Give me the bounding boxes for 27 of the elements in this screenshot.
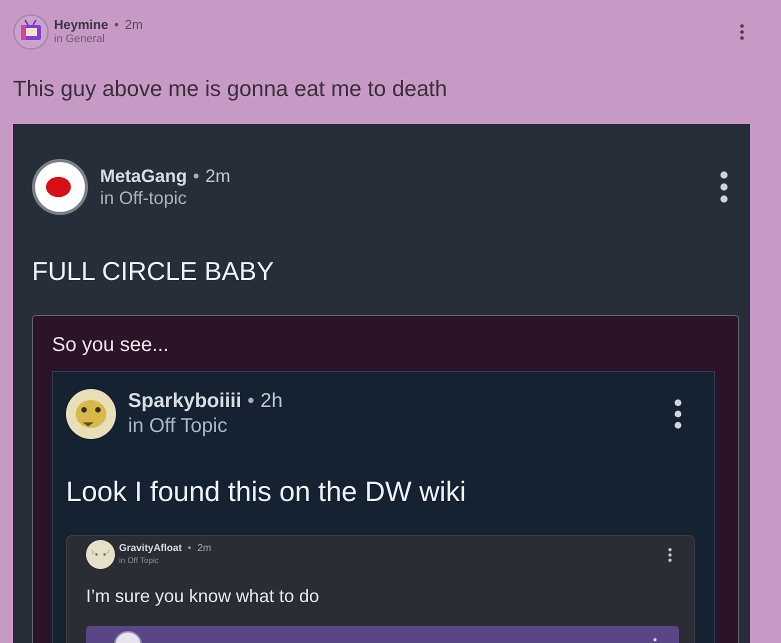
author-name[interactable]: Sparkyboiiii: [128, 389, 242, 414]
avatar-icon: [13, 14, 49, 50]
channel-link[interactable]: in Off Topic: [119, 556, 212, 566]
post-time: 2m: [124, 17, 143, 34]
more-options-icon[interactable]: [668, 548, 672, 562]
post-time: 2m: [205, 164, 230, 187]
post-text: I’m sure you know what to do: [86, 585, 320, 608]
post-text: So you see...: [52, 333, 170, 358]
separator-dot: •: [114, 17, 119, 34]
post-text: FULL CIRCLE BABY: [32, 255, 275, 288]
separator-dot: •: [188, 543, 192, 556]
more-options-icon[interactable]: [674, 399, 682, 429]
channel-link[interactable]: in Off-topic: [100, 187, 230, 210]
post-text: Look I found this on the DW wiki: [66, 475, 467, 509]
separator-dot: •: [193, 164, 200, 187]
more-options-icon[interactable]: [720, 170, 728, 204]
author-name[interactable]: GravityAfloat: [119, 543, 182, 556]
post-text: This guy above me is gonna eat me to death: [13, 75, 448, 103]
author-name[interactable]: Heymine: [54, 17, 108, 34]
avatar-icon: [32, 159, 88, 215]
separator-dot: •: [247, 389, 254, 414]
channel-link[interactable]: in Off Topic: [128, 414, 283, 439]
avatar-icon: [66, 389, 116, 439]
avatar-icon: [86, 540, 115, 569]
author-name[interactable]: MetaGang: [100, 164, 188, 187]
post-time: 2m: [197, 543, 212, 556]
post-time: 2h: [260, 389, 283, 414]
